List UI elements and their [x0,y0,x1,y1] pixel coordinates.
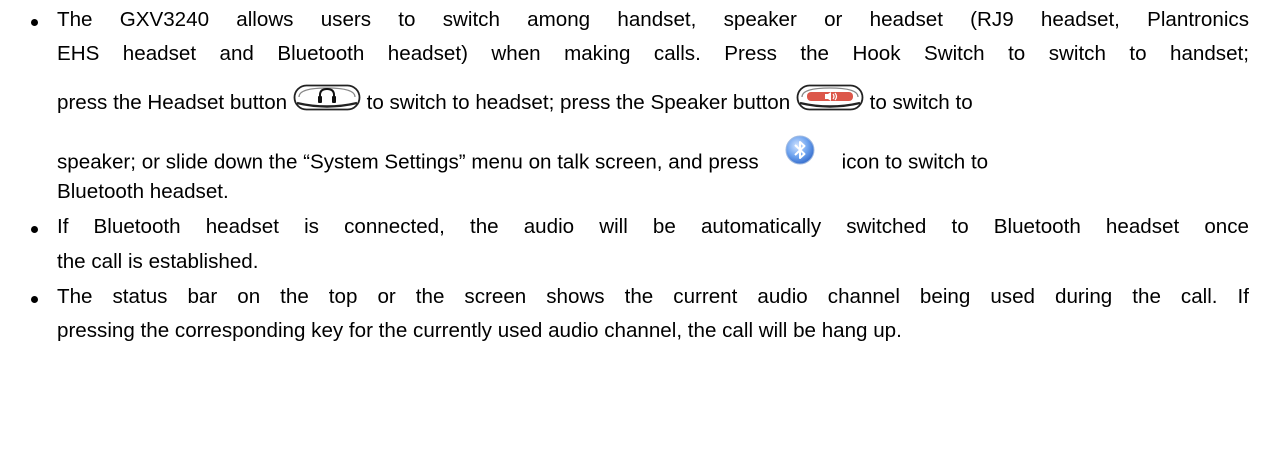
inline-text: icon to switch to [841,150,989,174]
bullet-marker [29,296,41,308]
bullet-marker [29,226,41,238]
paragraph-line-with-icon: speaker; or slide down the “System Setti… [57,135,989,179]
bluetooth-icon [784,134,816,166]
bullet-marker [29,19,41,31]
inline-text: press the Headset button [57,90,288,114]
inline-text: to switch to [869,90,973,114]
inline-text: to switch to headset; press the Speaker … [366,90,791,114]
paragraph-line: EHS headset and Bluetooth headset) when … [57,42,1249,65]
paragraph-line: The GXV3240 allows users to switch among… [57,8,1249,31]
paragraph-line-with-buttons: press the Headset button to switch to he… [57,84,973,117]
paragraph-line: The status bar on the top or the screen … [57,285,1249,308]
document-page: The GXV3240 allows users to switch among… [0,0,1269,451]
paragraph-line: pressing the corresponding key for the c… [57,319,902,342]
paragraph-line: If Bluetooth headset is connected, the a… [57,215,1249,238]
speaker-key-icon [796,84,864,111]
paragraph-line: the call is established. [57,250,259,273]
paragraph-line: Bluetooth headset. [57,180,229,203]
headset-key-icon [293,84,361,111]
inline-text: speaker; or slide down the “System Setti… [57,150,759,174]
